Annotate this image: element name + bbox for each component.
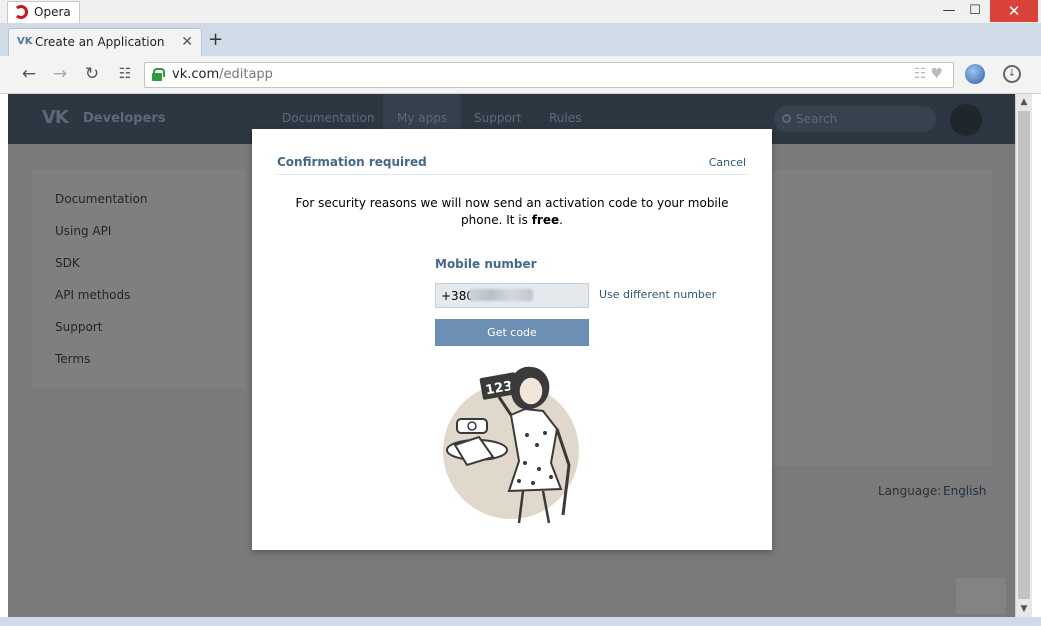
confirmation-dialog: Confirmation required Cancel For securit… [252, 129, 772, 550]
close-window-button[interactable]: ✕ [990, 0, 1038, 22]
scroll-up-icon[interactable]: ▲ [1016, 94, 1032, 110]
message-bold: free [531, 213, 560, 227]
scroll-down-icon[interactable]: ▼ [1016, 601, 1032, 617]
vk-side-menu: Documentation Using API SDK API methods … [32, 170, 246, 388]
vk-favicon-icon: VK [17, 36, 33, 47]
side-item-documentation[interactable]: Documentation [55, 192, 148, 206]
chat-widget[interactable] [956, 578, 1006, 614]
use-different-number-link[interactable]: Use different number [599, 288, 716, 301]
dialog-title: Confirmation required [277, 155, 427, 169]
vk-main-panel [772, 170, 992, 466]
scrollbar[interactable]: ▲ ▼ [1015, 94, 1032, 617]
browser-toolbar: ← → ↻ ☷ vk.com/editapp ☷♥ [0, 56, 1041, 94]
side-item-api-methods[interactable]: API methods [55, 288, 130, 302]
avatar[interactable] [950, 104, 982, 136]
lock-icon [152, 68, 165, 81]
mobile-number-label: Mobile number [435, 257, 537, 271]
phone-redaction [469, 289, 533, 301]
url-text[interactable]: vk.com/editapp [172, 67, 273, 82]
get-code-button[interactable]: Get code [435, 319, 589, 346]
tab-create-application[interactable]: VK Create an Application ✕ [8, 28, 202, 56]
language-link[interactable]: English [943, 484, 986, 498]
nav-support[interactable]: Support [474, 111, 521, 125]
opera-menu-button[interactable]: Opera [7, 1, 80, 23]
dialog-message: For security reasons we will now send an… [282, 195, 742, 229]
opera-logo-icon [14, 5, 28, 19]
search-icon [782, 114, 791, 123]
face-icon [518, 376, 544, 406]
nav-rules[interactable]: Rules [549, 111, 581, 125]
back-button[interactable]: ← [18, 64, 40, 84]
app-name: Opera [34, 5, 71, 19]
dialog-divider [277, 174, 747, 175]
reload-button[interactable]: ↻ [81, 64, 103, 84]
woman-with-phone-illustration-icon: 1234 [443, 366, 579, 524]
url-host: vk.com [172, 67, 220, 82]
tab-close-icon[interactable]: ✕ [181, 34, 193, 50]
side-item-sdk[interactable]: SDK [55, 256, 80, 270]
new-tab-button[interactable]: + [208, 29, 223, 50]
speed-dial-button[interactable]: ☷ [114, 66, 136, 82]
side-item-using-api[interactable]: Using API [55, 224, 111, 238]
language-label: Language: [878, 484, 942, 498]
address-bar[interactable]: vk.com/editapp ☷♥ [144, 62, 954, 88]
tab-title: Create an Application [35, 35, 165, 49]
tab-strip: VK Create an Application ✕ [0, 24, 1041, 56]
bookmark-icon[interactable]: ☷♥ [914, 66, 947, 82]
forward-button[interactable]: → [49, 64, 71, 84]
side-item-support[interactable]: Support [55, 320, 102, 334]
vk-logo-icon: VK [42, 107, 69, 128]
message-text: For security reasons we will now send an… [295, 196, 729, 227]
window-bottom-border [0, 617, 1041, 626]
download-icon[interactable]: ↓ [1003, 65, 1021, 83]
window-titlebar: Opera — ☐ ✕ [0, 0, 1041, 24]
globe-icon[interactable] [965, 64, 985, 84]
telephone-icon [456, 418, 488, 434]
nav-documentation[interactable]: Documentation [282, 111, 375, 125]
scroll-thumb[interactable] [1018, 111, 1030, 599]
side-item-terms[interactable]: Terms [55, 352, 90, 366]
maximize-button[interactable]: ☐ [960, 0, 990, 22]
cancel-link[interactable]: Cancel [709, 156, 746, 169]
search-placeholder: Search [796, 112, 838, 126]
message-end: . [559, 213, 563, 227]
url-path: /editapp [219, 67, 273, 82]
vk-search-input[interactable]: Search [774, 106, 936, 132]
vk-brand: Developers [83, 111, 166, 126]
